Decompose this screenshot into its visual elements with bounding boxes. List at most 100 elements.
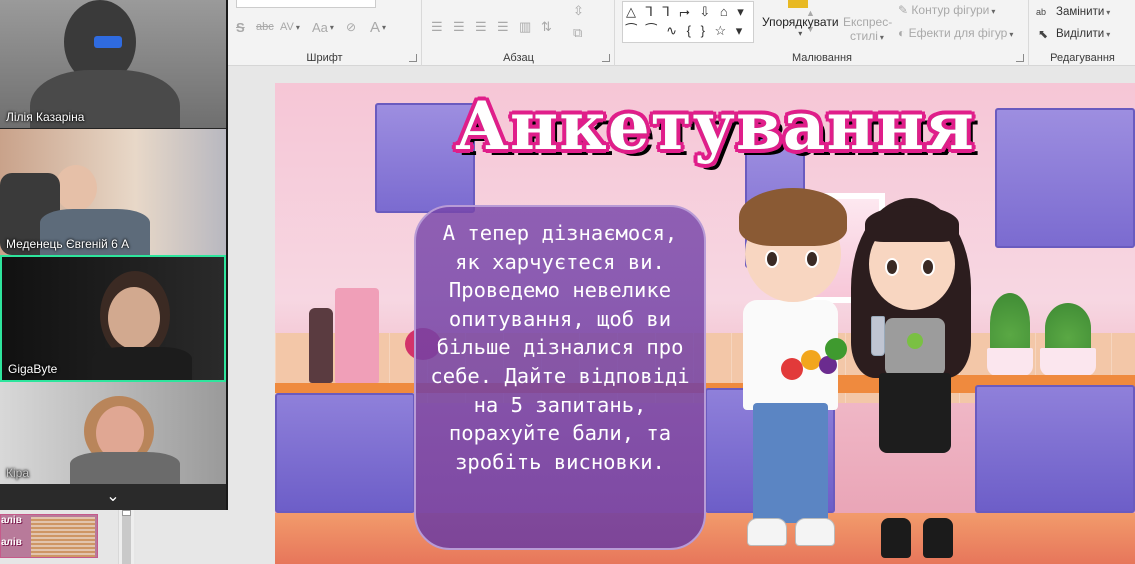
- shapes-gallery[interactable]: △ ⅂ ⅂ ⮣ ⇩ ⌂ ▾ ⁀ ⁀ ∿ { } ☆ ▾: [622, 1, 754, 43]
- shape-effects-button[interactable]: ◐ Ефекти для фігур ▾: [898, 26, 1013, 40]
- participant-name: GigaByte: [8, 362, 58, 376]
- select-label: Виділити: [1056, 28, 1105, 40]
- apple: [781, 358, 803, 380]
- arrange-button[interactable]: Упорядкувати ▾: [762, 15, 839, 38]
- paragraph-group-label: Абзац: [503, 52, 534, 64]
- video-tile-active[interactable]: GigaByte: [0, 255, 226, 382]
- change-case-label: Aa: [312, 19, 328, 35]
- character-spacing-button[interactable]: AV ▾: [280, 18, 300, 36]
- align-right-icon[interactable]: ☰: [475, 18, 487, 36]
- kitchen-cabinet: [995, 108, 1135, 248]
- change-case-button[interactable]: Aa ▾: [312, 18, 334, 36]
- girl-character: [845, 198, 985, 564]
- replace-button[interactable]: Замінити ▾: [1056, 3, 1110, 21]
- font-group-label: Шрифт: [306, 52, 343, 64]
- water-glass: [871, 316, 885, 356]
- orange: [801, 350, 821, 370]
- boy-shirt: [743, 300, 838, 410]
- girl-skirt: [879, 373, 951, 453]
- quick-styles-label-2: стилі: [850, 29, 878, 43]
- video-tile[interactable]: Меденець Євгеній 6 А: [0, 129, 226, 255]
- presentation-app-window: S abc AV ▾ Aa ▾ ⊘ A ▾ Шрифт ☰ ☰ ☰ ☰ ▥ ⇅ ⇳ ⧉…: [0, 0, 1135, 564]
- glasses-glare: [94, 36, 122, 48]
- shapes-row-2: ⁀ ⁀ ∿ { } ☆ ▾: [626, 23, 746, 38]
- arrange-caret-icon: ▾: [798, 29, 803, 38]
- effects-icon: ◐: [898, 26, 906, 40]
- girl-bangs: [865, 206, 959, 242]
- potted-plant: [1045, 303, 1091, 353]
- shadow-text-button[interactable]: S: [236, 18, 245, 36]
- boy-sneaker: [795, 518, 835, 546]
- text-direction-icon[interactable]: ⇅: [541, 18, 552, 36]
- shape-outline-button[interactable]: ✎ Контур фігури ▾: [898, 3, 995, 17]
- thumbnail-text-1: алів: [1, 515, 22, 526]
- boy-sneaker: [747, 518, 787, 546]
- participant-head: [55, 165, 97, 211]
- video-call-panel: Лілія Казаріна Меденець Євгеній 6 А Giga…: [0, 0, 228, 510]
- boy-eye: [805, 250, 819, 268]
- clear-formatting-icon[interactable]: ⊘: [346, 18, 356, 36]
- girl-boot: [923, 518, 953, 558]
- green-apple: [907, 333, 923, 349]
- participant-head: [108, 287, 160, 349]
- girl-boot: [881, 518, 911, 558]
- potted-plant: [990, 293, 1030, 353]
- video-tile[interactable]: Кіра ⌄: [0, 382, 226, 510]
- quick-styles-label: Експрес-: [843, 15, 893, 29]
- ribbon-group-editing: ab Замінити ▾ ⬉ Виділити ▾ Редагування: [1030, 0, 1135, 66]
- columns-icon[interactable]: ▥: [519, 18, 531, 36]
- lower-cabinet: [275, 393, 415, 513]
- thumbnails-scroll-arrow-icon[interactable]: [122, 510, 131, 516]
- kitchen-jar: [335, 288, 379, 383]
- broccoli: [825, 338, 847, 360]
- boy-jeans: [753, 403, 828, 523]
- arrange-label: Упорядкувати: [762, 15, 839, 29]
- justify-icon[interactable]: ☰: [497, 18, 509, 36]
- font-dialog-launcher-icon[interactable]: [409, 54, 417, 62]
- shapes-row-1: △ ⅂ ⅂ ⮣ ⇩ ⌂ ▾: [626, 4, 747, 19]
- girl-eye: [885, 258, 899, 276]
- drawing-dialog-launcher-icon[interactable]: [1016, 54, 1024, 62]
- select-button[interactable]: Виділити ▾: [1056, 25, 1110, 43]
- slide-title[interactable]: Анкетування: [425, 86, 1005, 167]
- participant-name: Кіра: [6, 466, 30, 480]
- replace-label: Замінити: [1056, 6, 1105, 18]
- thumbnail-text-2: алів: [1, 537, 22, 548]
- smartart-convert-icon[interactable]: ⧉: [573, 24, 582, 42]
- paragraph-dialog-launcher-icon[interactable]: [602, 54, 610, 62]
- plant-pot: [1040, 348, 1096, 376]
- participant-name: Лілія Казаріна: [6, 110, 85, 124]
- plant-pot: [987, 348, 1033, 376]
- ribbon-group-font: S abc AV ▾ Aa ▾ ⊘ A ▾ Шрифт: [228, 0, 422, 66]
- arrange-icon: [788, 0, 808, 8]
- font-color-button[interactable]: A ▾: [370, 18, 386, 36]
- shape-outline-label: Контур фігури: [911, 3, 990, 17]
- character-spacing-label: AV: [280, 21, 294, 33]
- girl-eye: [921, 258, 935, 276]
- shape-effects-label: Ефекти для фігур: [908, 26, 1008, 40]
- slide-thumbnail[interactable]: алів алів: [0, 514, 98, 558]
- video-tile[interactable]: Лілія Казаріна: [0, 0, 226, 128]
- boy-eye: [765, 250, 779, 268]
- quick-styles-button[interactable]: Експрес- стилі ▾: [843, 15, 893, 43]
- participant-name: Меденець Євгеній 6 А: [6, 237, 130, 251]
- pencil-icon: ✎: [898, 3, 909, 17]
- expand-panel-chevron-icon[interactable]: ⌄: [0, 484, 226, 510]
- align-left-icon[interactable]: ☰: [431, 18, 443, 36]
- editing-group-label: Редагування: [1050, 52, 1115, 64]
- slide-body-text[interactable]: А тепер дізнаємося, як харчуєтеся ви. Пр…: [428, 219, 692, 476]
- boy-hair: [739, 188, 847, 246]
- ab-replace-icon: ab: [1036, 7, 1047, 17]
- boy-character: [725, 188, 865, 564]
- font-color-label: A: [370, 18, 381, 36]
- slide[interactable]: Анкетування А тепер дізнаємося, як харчу…: [275, 83, 1135, 564]
- align-text-icon[interactable]: ⇳: [573, 2, 584, 20]
- align-center-icon[interactable]: ☰: [453, 18, 465, 36]
- text-bubble[interactable]: А тепер дізнаємося, як харчуєтеся ви. Пр…: [414, 205, 706, 550]
- font-size-box[interactable]: [236, 0, 376, 8]
- ribbon-group-paragraph: ☰ ☰ ☰ ☰ ▥ ⇅ ⇳ ⧉ Абзац: [423, 0, 615, 66]
- cursor-select-icon: ⬉: [1038, 27, 1049, 41]
- strikethrough-button[interactable]: abc: [256, 18, 274, 36]
- participant-body: [92, 347, 192, 380]
- kitchen-bottle: [309, 308, 333, 383]
